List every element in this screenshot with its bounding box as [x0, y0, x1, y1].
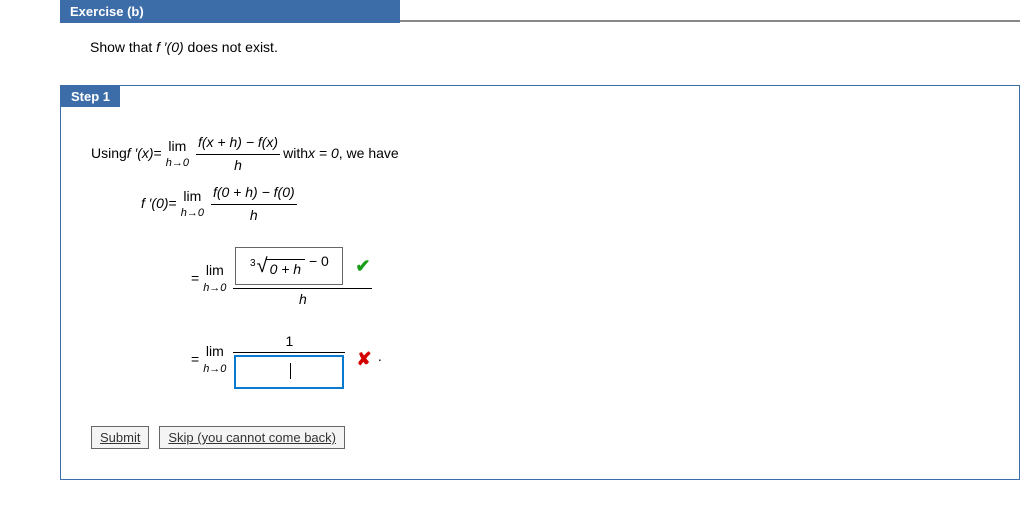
answer-input-1[interactable]: 3 √ 0 + h − 0 [235, 247, 343, 285]
cube-root: 3 √ 0 + h [250, 259, 305, 280]
button-row: Submit Skip (you cannot come back) [91, 426, 1019, 449]
difference-quotient: f(x + h) − f(x) h [196, 133, 280, 175]
answer-input-2[interactable] [235, 356, 343, 388]
skip-button[interactable]: Skip (you cannot come back) [159, 426, 345, 449]
submit-button[interactable]: Submit [91, 426, 149, 449]
answer-row-1: = lim h→0 3 √ 0 + h − 0 [191, 247, 989, 309]
limit-notation: lim h→0 [166, 137, 189, 172]
trailing-dot: · [378, 350, 383, 370]
exercise-prompt: Show that f ′(0) does not exist. [90, 39, 1020, 55]
exercise-header: Exercise (b) [60, 0, 1020, 23]
step-box: Step 1 Using f ′(x) = lim h→0 f(x + h) −… [60, 85, 1020, 480]
answer-row-2: = lim h→0 1 ✘ · [191, 332, 989, 389]
text-cursor [290, 363, 291, 379]
check-icon: ✔ [355, 256, 370, 276]
prompt-math: f ′(0) [156, 39, 184, 55]
exercise-label: Exercise (b) [60, 0, 400, 23]
divider [400, 20, 1020, 23]
definition-line: Using f ′(x) = lim h→0 f(x + h) − f(x) h… [91, 133, 989, 175]
fprime-zero-line: f ′(0) = lim h→0 f(0 + h) − f(0) h [141, 183, 989, 225]
step-label: Step 1 [61, 86, 120, 107]
math-area: Using f ′(x) = lim h→0 f(x + h) − f(x) h… [61, 107, 1019, 406]
cross-icon: ✘ [356, 347, 371, 372]
